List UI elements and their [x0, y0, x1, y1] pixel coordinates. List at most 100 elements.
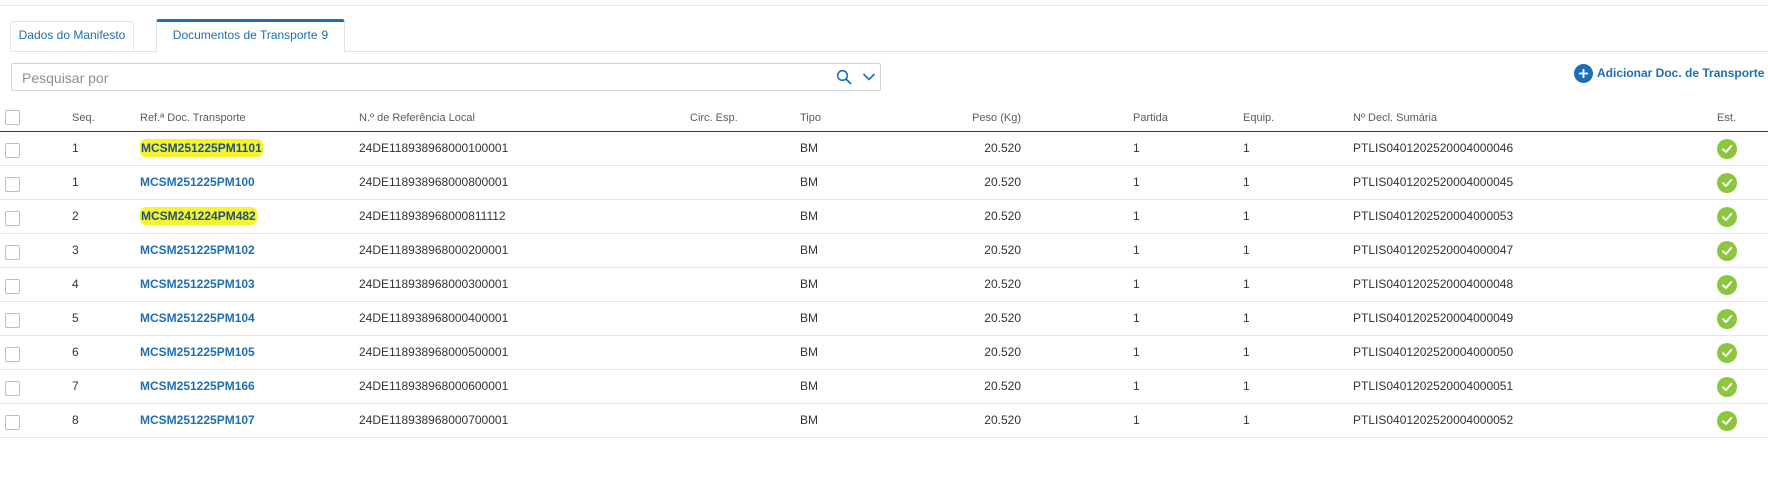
header-ref[interactable]: Ref.ª Doc. Transporte — [140, 108, 246, 128]
row-checkbox[interactable] — [5, 381, 20, 396]
row-equip: 1 — [1243, 175, 1250, 189]
row-tipo: BM — [800, 413, 818, 427]
row-seq: 4 — [72, 277, 79, 291]
row-nref: 24DE118938968000500001 — [359, 345, 509, 359]
row-decl: PTLIS0401202520004000048 — [1353, 277, 1514, 291]
table-row[interactable]: 3 24DE118938968000200001 BM 20.520 1 1 PTLIS04… — [0, 234, 1768, 268]
row-checkbox[interactable] — [5, 143, 20, 158]
check-circle-icon — [1717, 309, 1737, 329]
row-ref-cell: MCSM251225PM103 — [140, 268, 255, 301]
row-checkbox[interactable] — [5, 415, 20, 430]
row-peso: 20.520 — [984, 413, 1021, 427]
row-ref-cell: MCSM251225PM102 — [140, 234, 255, 267]
row-seq: 6 — [72, 345, 79, 359]
transport-doc-link[interactable]: MCSM251225PM105 — [140, 345, 255, 359]
row-seq: 3 — [72, 243, 79, 257]
row-nref: 24DE118938968000811112 — [359, 209, 506, 223]
row-ref-cell: MCSM251225PM1101 — [140, 132, 263, 165]
row-decl: PTLIS0401202520004000050 — [1353, 345, 1514, 359]
header-equip[interactable]: Equip. — [1243, 108, 1274, 128]
plus-circle-icon — [1574, 63, 1593, 83]
row-nref: 24DE118938968000400001 — [359, 311, 509, 325]
tab-dados-do-manifesto[interactable]: Dados do Manifesto — [10, 21, 134, 50]
row-peso: 20.520 — [984, 311, 1021, 325]
table-row[interactable]: 2 24DE118938968000811112 BM 20.520 1 1 PTLIS04… — [0, 200, 1768, 234]
table-row[interactable]: 7 24DE118938968000600001 BM 20.520 1 1 PTLIS04… — [0, 370, 1768, 404]
table-row[interactable]: 1 24DE118938968000100001 BM 20.520 1 1 PTLIS04… — [0, 132, 1768, 166]
header-est[interactable]: Est. — [1717, 108, 1736, 128]
row-decl: PTLIS0401202520004000047 — [1353, 243, 1514, 257]
row-seq: 2 — [72, 209, 79, 223]
add-transport-doc-button[interactable]: Adicionar Doc. de Transporte — [1574, 63, 1764, 83]
row-tipo: BM — [800, 379, 818, 393]
table-row[interactable]: 1 24DE118938968000800001 BM 20.520 1 1 PTLIS04… — [0, 166, 1768, 200]
row-ref-cell: MCSM251225PM100 — [140, 166, 255, 199]
transport-doc-link[interactable]: MCSM241224PM482 — [140, 207, 257, 225]
row-peso: 20.520 — [984, 141, 1021, 155]
transport-doc-link[interactable]: MCSM251225PM104 — [140, 311, 255, 325]
header-partida[interactable]: Partida — [1133, 108, 1168, 128]
row-partida: 1 — [1133, 277, 1140, 291]
header-tipo[interactable]: Tipo — [800, 108, 821, 128]
select-all-checkbox[interactable] — [5, 110, 20, 125]
row-seq: 7 — [72, 379, 79, 393]
check-circle-icon — [1717, 241, 1737, 261]
transport-doc-link[interactable]: MCSM251225PM100 — [140, 175, 255, 189]
check-circle-icon — [1717, 207, 1737, 227]
tab-label: Documentos de Transporte — [172, 28, 318, 42]
search-box — [11, 63, 881, 91]
table-row[interactable]: 4 24DE118938968000300001 BM 20.520 1 1 PTLIS04… — [0, 268, 1768, 302]
check-circle-icon — [1717, 377, 1737, 397]
transport-doc-link[interactable]: MCSM251225PM107 — [140, 413, 255, 427]
check-circle-icon — [1717, 139, 1737, 159]
search-icon[interactable] — [836, 69, 852, 85]
table-body: 1 24DE118938968000100001 BM 20.520 1 1 PTLIS04… — [0, 132, 1768, 438]
table-row[interactable]: 5 24DE118938968000400001 BM 20.520 1 1 PTLIS04… — [0, 302, 1768, 336]
row-equip: 1 — [1243, 345, 1250, 359]
transport-doc-link[interactable]: MCSM251225PM166 — [140, 379, 255, 393]
tab-documentos-de-transporte[interactable]: Documentos de Transporte 9 — [156, 19, 345, 52]
row-checkbox[interactable] — [5, 279, 20, 294]
transport-doc-link[interactable]: MCSM251225PM102 — [140, 243, 255, 257]
row-peso: 20.520 — [984, 175, 1021, 189]
check-circle-icon — [1717, 275, 1737, 295]
header-circ[interactable]: Circ. Esp. — [690, 108, 738, 128]
add-button-label: Adicionar Doc. de Transporte — [1597, 66, 1765, 80]
search-input[interactable] — [20, 66, 824, 90]
header-nref[interactable]: N.º de Referência Local — [359, 108, 475, 128]
row-seq: 5 — [72, 311, 79, 325]
header-seq[interactable]: Seq. — [72, 108, 95, 128]
table-row[interactable]: 6 24DE118938968000500001 BM 20.520 1 1 PTLIS04… — [0, 336, 1768, 370]
row-nref: 24DE118938968000800001 — [359, 175, 509, 189]
row-checkbox[interactable] — [5, 245, 20, 260]
header-decl[interactable]: Nº Decl. Sumária — [1353, 108, 1437, 128]
row-ref-cell: MCSM241224PM482 — [140, 200, 257, 233]
row-tipo: BM — [800, 277, 818, 291]
row-partida: 1 — [1133, 209, 1140, 223]
row-peso: 20.520 — [984, 379, 1021, 393]
top-divider — [0, 5, 1768, 6]
row-tipo: BM — [800, 311, 818, 325]
row-decl: PTLIS0401202520004000049 — [1353, 311, 1514, 325]
row-checkbox[interactable] — [5, 313, 20, 328]
row-ref-cell: MCSM251225PM166 — [140, 370, 255, 403]
header-peso[interactable]: Peso (Kg) — [920, 108, 1021, 128]
row-decl: PTLIS0401202520004000046 — [1353, 141, 1514, 155]
row-ref-cell: MCSM251225PM105 — [140, 336, 255, 369]
tab-bar: Dados do Manifesto Documentos de Transpo… — [10, 19, 1768, 52]
row-equip: 1 — [1243, 311, 1250, 325]
row-checkbox[interactable] — [5, 347, 20, 362]
transport-doc-link[interactable]: MCSM251225PM1101 — [140, 139, 263, 157]
transport-doc-link[interactable]: MCSM251225PM103 — [140, 277, 255, 291]
row-equip: 1 — [1243, 413, 1250, 427]
row-seq: 1 — [72, 175, 79, 189]
tab-count-badge: 9 — [321, 28, 329, 42]
row-checkbox[interactable] — [5, 177, 20, 192]
check-circle-icon — [1717, 173, 1737, 193]
table-row[interactable]: 8 24DE118938968000700001 BM 20.520 1 1 PTLIS04… — [0, 404, 1768, 438]
row-checkbox[interactable] — [5, 211, 20, 226]
row-decl: PTLIS0401202520004000051 — [1353, 379, 1514, 393]
row-peso: 20.520 — [984, 345, 1021, 359]
chevron-down-icon[interactable] — [862, 70, 876, 84]
row-decl: PTLIS0401202520004000052 — [1353, 413, 1514, 427]
